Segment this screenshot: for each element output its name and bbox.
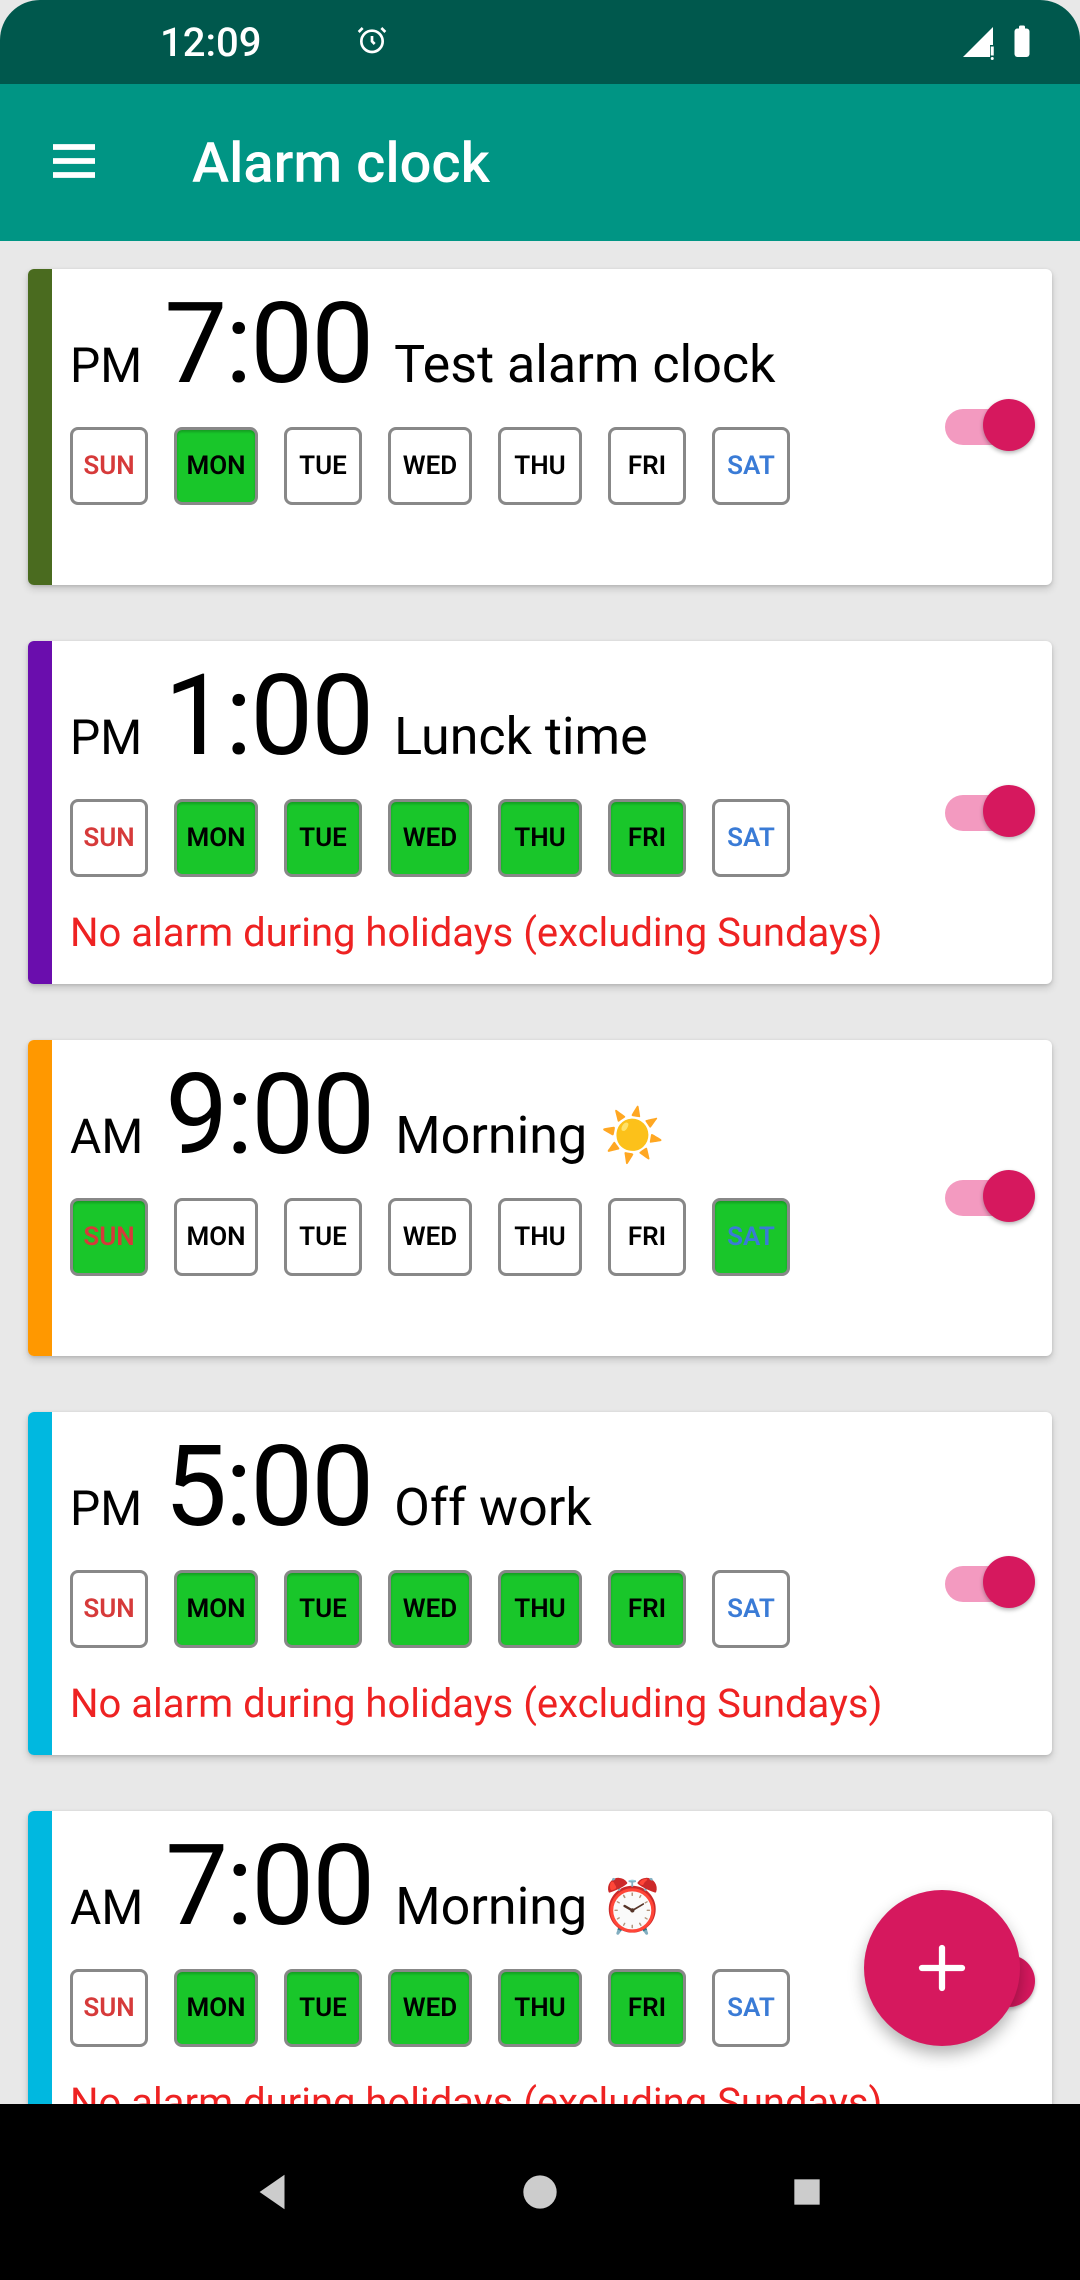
- day-toggle-mon[interactable]: MON: [174, 427, 258, 505]
- day-toggle-sun[interactable]: SUN: [70, 1570, 148, 1648]
- day-toggle-thu[interactable]: THU: [498, 427, 582, 505]
- alarm-time: 1:00: [164, 661, 372, 773]
- alarm-note: No alarm during holidays (excluding Sund…: [70, 1680, 892, 1735]
- alarm-ampm: PM: [70, 337, 142, 394]
- alarm-card[interactable]: PM 5:00 Off work SUN MON TUE WED THU FRI SAT No al…: [28, 1412, 1052, 1755]
- day-toggle-wed[interactable]: WED: [388, 1198, 472, 1276]
- day-toggle-sat[interactable]: SAT: [712, 1570, 790, 1648]
- day-toggle-fri[interactable]: FRI: [608, 1570, 686, 1648]
- day-toggle-sat[interactable]: SAT: [712, 1969, 790, 2047]
- day-toggle-wed[interactable]: WED: [388, 1969, 472, 2047]
- day-toggle-sat[interactable]: SAT: [712, 1198, 790, 1276]
- alarm-indicator-icon: [356, 19, 388, 66]
- alarm-toggle[interactable]: [945, 1180, 1029, 1216]
- day-toggle-sun[interactable]: SUN: [70, 1198, 148, 1276]
- day-toggle-tue[interactable]: TUE: [284, 1198, 362, 1276]
- day-toggle-fri[interactable]: FRI: [608, 1198, 686, 1276]
- alarm-ampm: AM: [70, 1108, 143, 1165]
- day-toggle-thu[interactable]: THU: [498, 1198, 582, 1276]
- alarm-time: 9:00: [165, 1060, 373, 1172]
- status-bar: 12:09: [0, 0, 1080, 84]
- alarm-color-bar: [28, 1040, 52, 1356]
- alarm-label: Test alarm clock: [394, 334, 775, 395]
- nav-back-icon[interactable]: [243, 2162, 303, 2222]
- day-toggle-wed[interactable]: WED: [388, 427, 472, 505]
- signal-icon: [960, 24, 996, 60]
- alarm-color-bar: [28, 1811, 52, 2154]
- alarm-time: 7:00: [164, 289, 372, 401]
- alarm-note: No alarm during holidays (excluding Sund…: [70, 909, 892, 964]
- alarm-ampm: PM: [70, 709, 142, 766]
- alarm-label: Lunck time: [394, 706, 648, 767]
- day-toggle-sun[interactable]: SUN: [70, 1969, 148, 2047]
- app-bar: Alarm clock: [0, 84, 1080, 241]
- alarm-label: Morning ⏰: [395, 1876, 665, 1937]
- navigation-bar: [0, 2104, 1080, 2280]
- day-toggle-mon[interactable]: MON: [174, 1198, 258, 1276]
- alarm-toggle[interactable]: [945, 409, 1029, 445]
- status-time: 12:09: [160, 19, 261, 66]
- nav-home-icon[interactable]: [510, 2162, 570, 2222]
- day-toggle-mon[interactable]: MON: [174, 1969, 258, 2047]
- alarm-card[interactable]: PM 1:00 Lunck time SUN MON TUE WED THU FRI SAT No …: [28, 641, 1052, 984]
- menu-icon[interactable]: [46, 133, 102, 193]
- day-toggle-thu[interactable]: THU: [498, 799, 582, 877]
- alarm-card[interactable]: PM 7:00 Test alarm clock SUN MON TUE WED THU FRI…: [28, 269, 1052, 585]
- day-toggle-tue[interactable]: TUE: [284, 427, 362, 505]
- alarm-color-bar: [28, 641, 52, 984]
- day-toggle-thu[interactable]: THU: [498, 1570, 582, 1648]
- day-toggle-tue[interactable]: TUE: [284, 799, 362, 877]
- day-toggle-mon[interactable]: MON: [174, 1570, 258, 1648]
- day-toggle-fri[interactable]: FRI: [608, 799, 686, 877]
- day-toggle-sat[interactable]: SAT: [712, 799, 790, 877]
- day-toggle-fri[interactable]: FRI: [608, 427, 686, 505]
- alarm-time: 7:00: [165, 1831, 373, 1943]
- day-toggle-sat[interactable]: SAT: [712, 427, 790, 505]
- page-title: Alarm clock: [192, 130, 490, 196]
- day-toggle-wed[interactable]: WED: [388, 1570, 472, 1648]
- alarm-label: Off work: [394, 1477, 592, 1538]
- add-alarm-button[interactable]: [864, 1890, 1020, 2046]
- alarm-ampm: PM: [70, 1480, 142, 1537]
- alarm-color-bar: [28, 1412, 52, 1755]
- day-toggle-tue[interactable]: TUE: [284, 1570, 362, 1648]
- nav-recent-icon[interactable]: [777, 2162, 837, 2222]
- day-toggle-wed[interactable]: WED: [388, 799, 472, 877]
- day-toggle-sun[interactable]: SUN: [70, 427, 148, 505]
- day-toggle-mon[interactable]: MON: [174, 799, 258, 877]
- alarm-time: 5:00: [164, 1432, 372, 1544]
- alarm-card[interactable]: AM 9:00 Morning ☀️ SUN MON TUE WED THU FRI SAT: [28, 1040, 1052, 1356]
- alarm-color-bar: [28, 269, 52, 585]
- day-toggle-sun[interactable]: SUN: [70, 799, 148, 877]
- day-toggle-fri[interactable]: FRI: [608, 1969, 686, 2047]
- day-toggle-thu[interactable]: THU: [498, 1969, 582, 2047]
- alarm-ampm: AM: [70, 1879, 143, 1936]
- battery-icon: [1004, 24, 1040, 60]
- alarm-toggle[interactable]: [945, 1566, 1029, 1602]
- alarm-label: Morning ☀️: [395, 1105, 665, 1166]
- alarm-toggle[interactable]: [945, 795, 1029, 831]
- day-toggle-tue[interactable]: TUE: [284, 1969, 362, 2047]
